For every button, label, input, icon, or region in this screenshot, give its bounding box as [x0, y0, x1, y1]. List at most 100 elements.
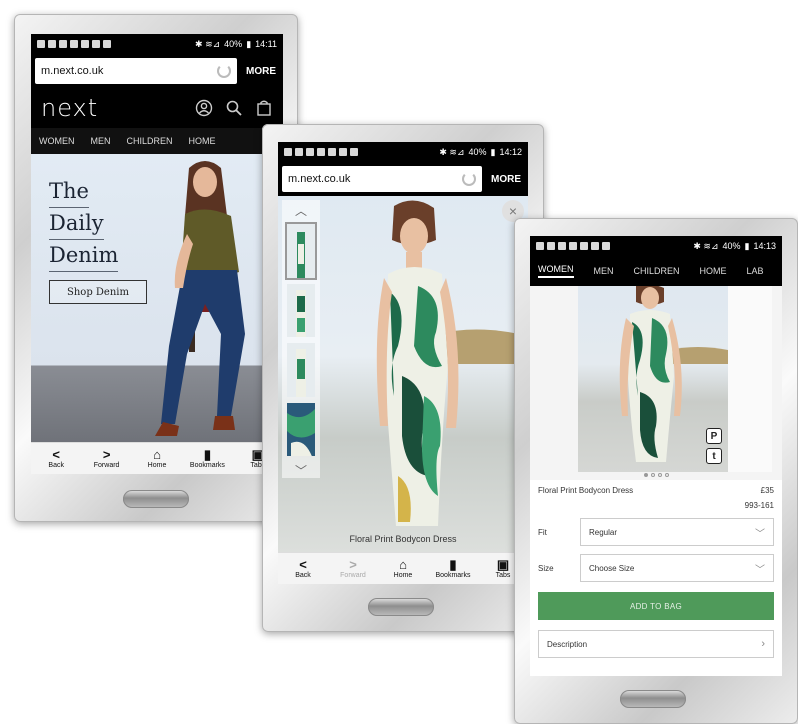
notification-icon — [48, 40, 56, 48]
add-to-bag-button[interactable]: ADD TO BAG — [538, 592, 774, 620]
notification-icon — [350, 148, 358, 156]
notification-icon — [591, 242, 599, 250]
forward-icon: > — [102, 447, 111, 462]
url-text: m.next.co.uk — [288, 173, 351, 185]
category-nav: WOMEN MEN CHILDREN HOME — [31, 128, 283, 154]
size-select[interactable]: Choose Size ﹀ — [580, 554, 774, 582]
back-icon: < — [299, 557, 307, 572]
device-home-button[interactable] — [123, 490, 189, 508]
notification-icon — [70, 40, 78, 48]
product-name: Floral Print Bodycon Dress — [538, 486, 634, 495]
notification-icons — [284, 148, 436, 156]
notification-icon — [547, 242, 555, 250]
url-field[interactable]: m.next.co.uk — [35, 58, 237, 84]
bookmarks-button[interactable]: ▮ Bookmarks — [428, 553, 478, 584]
pagination-dot[interactable] — [664, 473, 669, 477]
bookmark-icon: ▮ — [203, 447, 211, 462]
notification-icon — [284, 148, 292, 156]
phone-screen-gallery: ✱ ≋⊿ 40% ▮ 14:12 m.next.co.uk MORE ︿ ﹀ ×… — [278, 142, 528, 584]
product-image-gallery[interactable]: ︿ ﹀ × Floral Print Bodycon Dress — [278, 196, 528, 552]
bookmark-icon: ▮ — [449, 557, 457, 572]
product-caption: Floral Print Bodycon Dress — [349, 534, 457, 544]
nav-item-home[interactable]: HOME — [700, 266, 727, 276]
back-button[interactable]: < Back — [278, 553, 328, 584]
fit-select[interactable]: Regular ﹀ — [580, 518, 774, 546]
tumblr-icon[interactable]: t — [706, 448, 722, 464]
chevron-up-icon[interactable]: ︿ — [282, 202, 320, 218]
notification-icon — [317, 148, 325, 156]
battery-level: 40% — [468, 147, 487, 157]
product-image-area: P t — [530, 286, 782, 480]
product-main-image — [376, 200, 528, 526]
more-button[interactable]: MORE — [243, 66, 279, 77]
hero-banner[interactable]: The Daily Denim Shop Denim — [31, 154, 283, 448]
nav-item-women[interactable]: WOMEN — [39, 136, 75, 146]
notification-icon — [37, 40, 45, 48]
product-info: Floral Print Bodycon Dress £35 993-161 F… — [530, 480, 782, 658]
fit-value: Regular — [589, 527, 618, 537]
forward-button[interactable]: > Forward — [328, 553, 378, 584]
nav-item-women[interactable]: WOMEN — [538, 264, 574, 278]
nav-item-children[interactable]: CHILDREN — [127, 136, 173, 146]
phone-frame-gallery: ✱ ≋⊿ 40% ▮ 14:12 m.next.co.uk MORE ︿ ﹀ ×… — [262, 124, 544, 632]
back-button[interactable]: < Back — [31, 443, 81, 474]
product-image[interactable] — [578, 286, 728, 472]
fit-label: Fit — [538, 527, 547, 537]
size-label: Size — [538, 563, 554, 573]
product-price: £35 — [760, 486, 774, 495]
description-accordion[interactable]: Description › — [538, 630, 774, 658]
next-logo[interactable]: next — [41, 94, 195, 122]
account-icon[interactable] — [195, 99, 213, 117]
bag-icon[interactable] — [255, 99, 273, 117]
bookmarks-button[interactable]: ▮ Bookmarks — [182, 443, 232, 474]
url-field[interactable]: m.next.co.uk — [282, 166, 482, 192]
thumbnail[interactable] — [287, 283, 315, 337]
chevron-down-icon[interactable]: ﹀ — [282, 462, 320, 478]
thumbnail[interactable] — [287, 343, 315, 397]
more-button[interactable]: MORE — [488, 174, 524, 185]
nav-item-men[interactable]: MEN — [91, 136, 111, 146]
description-label: Description — [547, 639, 588, 649]
nav-item-home[interactable]: HOME — [189, 136, 216, 146]
home-button[interactable]: ⌂ Home — [132, 443, 182, 474]
browser-url-bar: m.next.co.uk MORE — [278, 162, 528, 196]
clock: 14:11 — [255, 39, 277, 49]
pinterest-icon[interactable]: P — [706, 428, 722, 444]
battery-level: 40% — [722, 241, 741, 251]
status-bar: ✱ ≋⊿ 40% ▮ 14:11 — [31, 34, 283, 54]
signal-icon: ✱ ≋⊿ — [693, 240, 719, 251]
nav-item-men[interactable]: MEN — [594, 266, 614, 276]
signal-icon: ✱ ≋⊿ — [439, 146, 465, 157]
thumbnail[interactable] — [285, 222, 317, 280]
device-home-button[interactable] — [620, 690, 686, 708]
pagination-dot[interactable] — [643, 473, 648, 477]
notification-icon — [103, 40, 111, 48]
bookmarks-label: Bookmarks — [189, 462, 225, 469]
nav-item-lab[interactable]: LAB — [747, 266, 764, 276]
notification-icon — [580, 242, 588, 250]
search-icon[interactable] — [225, 99, 243, 117]
shop-denim-button[interactable]: Shop Denim — [49, 280, 147, 304]
nav-item-children[interactable]: CHILDREN — [634, 266, 680, 276]
browser-toolbar: < Back > Forward ⌂ Home ▮ Bookmarks ▣ Tabs — [31, 442, 283, 474]
notification-icon — [558, 242, 566, 250]
image-side-panel — [728, 286, 772, 472]
device-home-button[interactable] — [368, 598, 434, 616]
reload-icon[interactable] — [462, 172, 476, 186]
forward-label: Forward — [340, 572, 366, 579]
home-label: Home — [147, 462, 167, 469]
pagination-dot[interactable] — [650, 473, 655, 477]
hero-title-line: The — [49, 176, 89, 208]
home-button[interactable]: ⌂ Home — [378, 553, 428, 584]
site-header: next — [31, 88, 283, 128]
home-label: Home — [393, 572, 413, 579]
battery-icon: ▮ — [246, 38, 252, 49]
hero-title-line: Denim — [49, 240, 119, 272]
pagination-dot[interactable] — [657, 473, 662, 477]
forward-button[interactable]: > Forward — [81, 443, 131, 474]
home-icon: ⌂ — [399, 557, 407, 572]
thumbnail[interactable] — [287, 402, 315, 456]
reload-icon[interactable] — [217, 64, 231, 78]
thumbnail-strip: ︿ ﹀ — [282, 200, 320, 478]
notification-icon — [536, 242, 544, 250]
